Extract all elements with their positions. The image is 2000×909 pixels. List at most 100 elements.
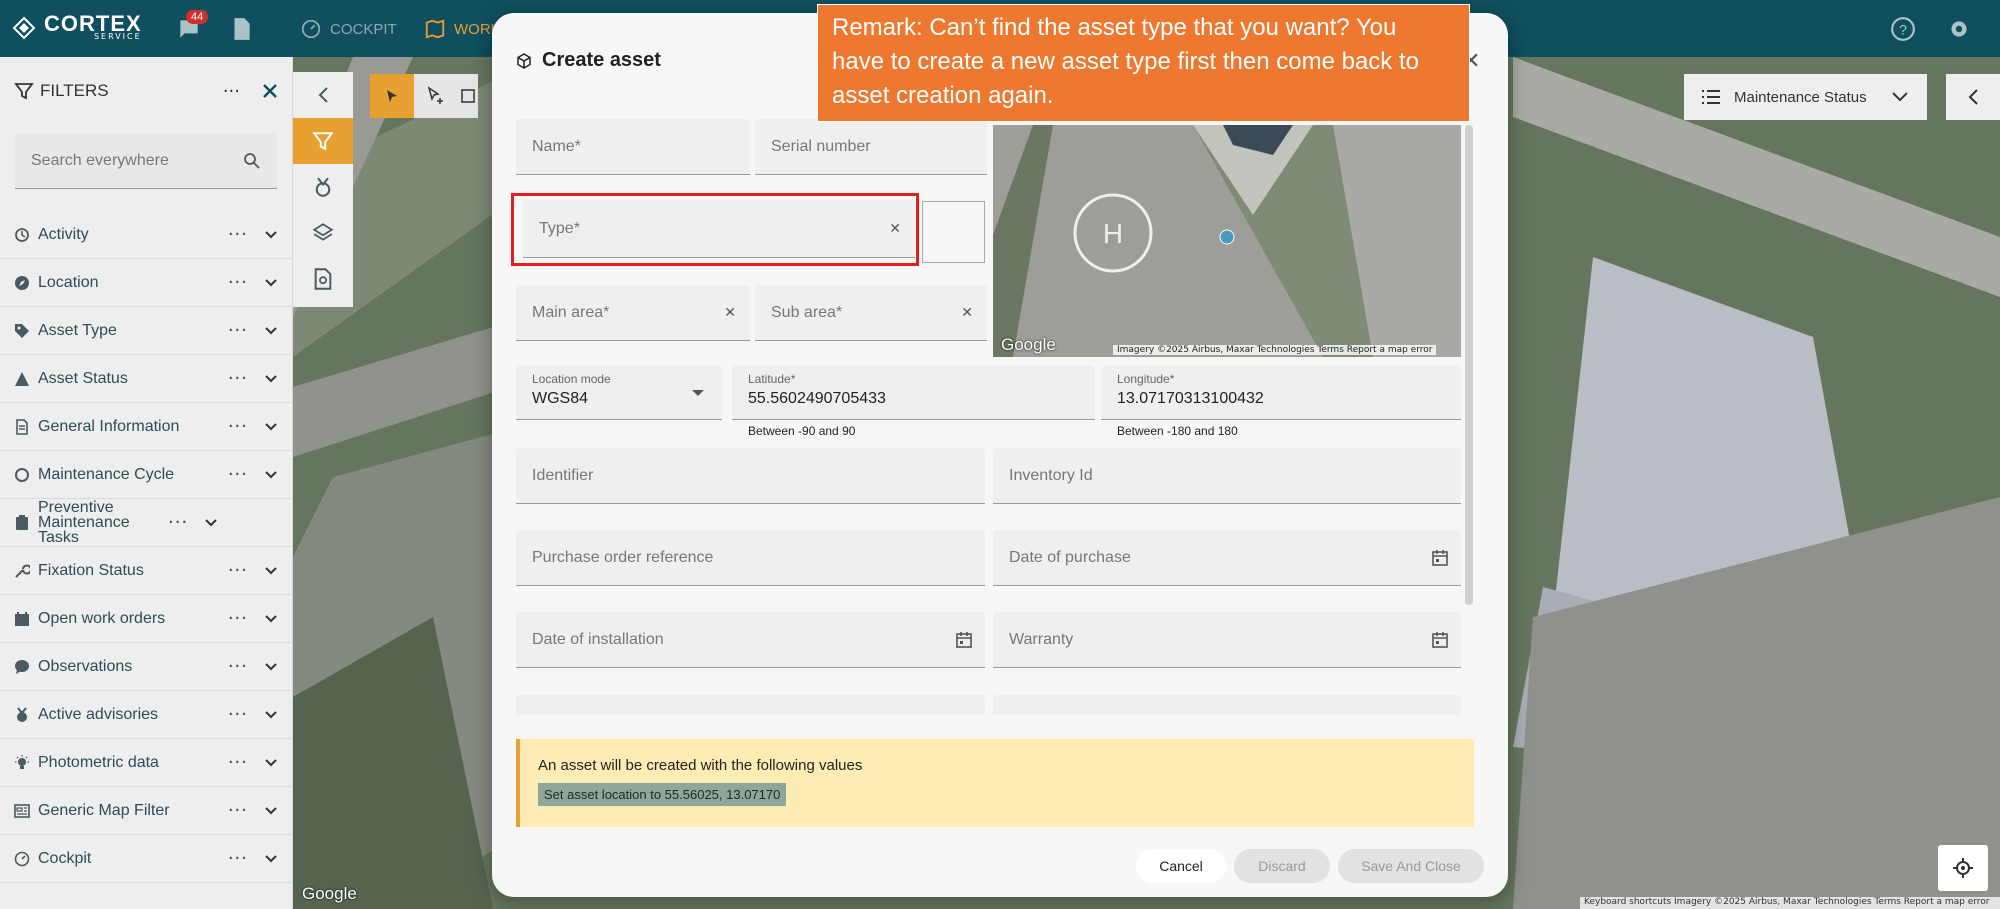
chevron-down-icon[interactable]: [264, 804, 278, 818]
dialog-scrollbar[interactable]: [1465, 125, 1473, 605]
sub-area-clear-button[interactable]: ✕: [961, 305, 973, 321]
date-of-installation-field[interactable]: Date of installation: [516, 612, 985, 668]
history-icon: [15, 227, 29, 242]
filters-search-input[interactable]: Search everywhere: [15, 133, 277, 189]
mini-map-attribution[interactable]: Imagery ©2025 Airbus, Maxar Technologies…: [1113, 345, 1437, 355]
chevron-down-icon[interactable]: [264, 756, 278, 770]
filter-fixation-status[interactable]: Fixation Status ···: [0, 547, 292, 595]
more-icon[interactable]: ···: [228, 368, 248, 389]
nav-cockpit[interactable]: COCKPIT: [300, 18, 397, 40]
chevron-down-icon[interactable]: [264, 228, 278, 242]
filter-asset-status[interactable]: Asset Status ···: [0, 355, 292, 403]
add-point-tool[interactable]: [414, 74, 458, 118]
gear-icon[interactable]: [1946, 16, 1972, 42]
serial-number-field[interactable]: Serial number: [755, 119, 987, 175]
filter-active-advisories[interactable]: Active advisories ···: [0, 691, 292, 739]
calendar-icon[interactable]: [1431, 631, 1449, 649]
chevron-down-icon[interactable]: [264, 324, 278, 338]
more-icon[interactable]: ···: [228, 848, 248, 869]
close-icon[interactable]: [262, 83, 278, 99]
next-field-partial-right[interactable]: [993, 695, 1461, 715]
rectangle-tool[interactable]: [458, 74, 478, 118]
filter-observations[interactable]: Observations ···: [0, 643, 292, 691]
side-tool-strip: [293, 72, 353, 307]
purchase-order-reference-field[interactable]: Purchase order reference: [516, 530, 985, 586]
advisories-tool[interactable]: [293, 164, 353, 210]
chevron-down-icon[interactable]: [264, 372, 278, 386]
chevron-down-icon[interactable]: [264, 468, 278, 482]
calendar-icon[interactable]: [1431, 549, 1449, 567]
chevron-down-icon[interactable]: [264, 276, 278, 290]
collapse-panel-button[interactable]: [293, 72, 353, 118]
name-field[interactable]: Name*: [516, 119, 750, 175]
filter-asset-type[interactable]: Asset Type ···: [0, 307, 292, 355]
sub-area-field[interactable]: Sub area* ✕: [755, 285, 987, 341]
cube-icon: [517, 52, 531, 69]
filters-tool[interactable]: [293, 118, 353, 164]
map-attribution[interactable]: Keyboard shortcuts Imagery ©2025 Airbus,…: [1580, 897, 2000, 909]
more-icon[interactable]: ···: [228, 560, 248, 581]
more-icon[interactable]: ···: [228, 224, 248, 245]
map-layer-select[interactable]: Maintenance Status: [1684, 74, 1927, 120]
more-icon[interactable]: ···: [228, 704, 248, 725]
chevron-down-icon[interactable]: [264, 708, 278, 722]
inventory-id-field[interactable]: Inventory Id: [993, 448, 1461, 504]
filter-open-work-orders[interactable]: Open work orders ···: [0, 595, 292, 643]
next-field-partial[interactable]: [516, 695, 985, 715]
longitude-field[interactable]: Longitude* 13.07170313100432: [1101, 366, 1461, 420]
main-area-field[interactable]: Main area* ✕: [516, 285, 750, 341]
warranty-field[interactable]: Warranty: [993, 612, 1461, 668]
latitude-field[interactable]: Latitude* 55.5602490705433: [732, 366, 1095, 420]
more-icon[interactable]: ···: [228, 656, 248, 677]
app-logo[interactable]: CORTEX SERVICE: [12, 13, 142, 41]
main-area-clear-button[interactable]: ✕: [724, 305, 736, 321]
more-icon[interactable]: ···: [228, 272, 248, 293]
filter-photometric-data[interactable]: Photometric data ···: [0, 739, 292, 787]
my-location-button[interactable]: [1938, 845, 1988, 891]
filter-list: Activity ··· Location ··· Asset Type ··· As…: [0, 211, 292, 883]
chevron-down-icon[interactable]: [264, 564, 278, 578]
filter-label: Activity: [38, 226, 89, 243]
calendar-icon[interactable]: [955, 631, 973, 649]
chevron-down-icon[interactable]: [264, 852, 278, 866]
more-icon[interactable]: ···: [228, 800, 248, 821]
chevron-down-icon[interactable]: [264, 660, 278, 674]
filter-location[interactable]: Location ···: [0, 259, 292, 307]
right-panel-toggle[interactable]: [1946, 74, 2000, 120]
wrench-icon: [15, 564, 30, 578]
nav-work[interactable]: WORK: [424, 18, 501, 40]
location-mini-map[interactable]: H Google Imagery ©2025 Airbus, Maxar Tec…: [993, 125, 1461, 357]
more-icon[interactable]: ···: [228, 416, 248, 437]
discard-button[interactable]: Discard: [1234, 849, 1330, 883]
chevron-down-icon[interactable]: [264, 612, 278, 626]
more-icon[interactable]: ···: [168, 512, 188, 533]
save-and-close-button[interactable]: Save And Close: [1338, 849, 1484, 883]
document-icon[interactable]: [228, 16, 254, 42]
filter-cockpit[interactable]: Cockpit ···: [0, 835, 292, 883]
identifier-field[interactable]: Identifier: [516, 448, 985, 504]
purchase-order-reference-placeholder: Purchase order reference: [532, 548, 714, 566]
layers-tool[interactable]: [293, 210, 353, 256]
cancel-button[interactable]: Cancel: [1136, 849, 1226, 883]
more-icon[interactable]: ···: [228, 608, 248, 629]
location-mode-select[interactable]: Location mode WGS84: [516, 366, 722, 420]
more-icon[interactable]: ···: [228, 320, 248, 341]
filter-preventive-maintenance-tasks[interactable]: Preventive Maintenance Tasks ···: [0, 499, 292, 547]
more-icon[interactable]: ···: [228, 752, 248, 773]
chevron-down-icon[interactable]: [204, 516, 218, 530]
chevron-down-icon[interactable]: [264, 420, 278, 434]
filter-generic-map-filter[interactable]: Generic Map Filter ···: [0, 787, 292, 835]
filter-general-information[interactable]: General Information ···: [0, 403, 292, 451]
filter-activity[interactable]: Activity ···: [0, 211, 292, 259]
document-text-icon: [16, 418, 28, 435]
select-tool[interactable]: [370, 74, 414, 118]
date-of-purchase-field[interactable]: Date of purchase: [993, 530, 1461, 586]
filter-icon: [312, 132, 334, 151]
filters-more-button[interactable]: ···: [223, 81, 240, 102]
filter-maintenance-cycle[interactable]: Maintenance Cycle ···: [0, 451, 292, 499]
type-icon-preview: [922, 201, 985, 263]
mini-map-google-watermark: Google: [1001, 335, 1056, 354]
more-icon[interactable]: ···: [228, 464, 248, 485]
help-icon[interactable]: ?: [1890, 16, 1916, 42]
documents-tool[interactable]: [293, 256, 353, 302]
